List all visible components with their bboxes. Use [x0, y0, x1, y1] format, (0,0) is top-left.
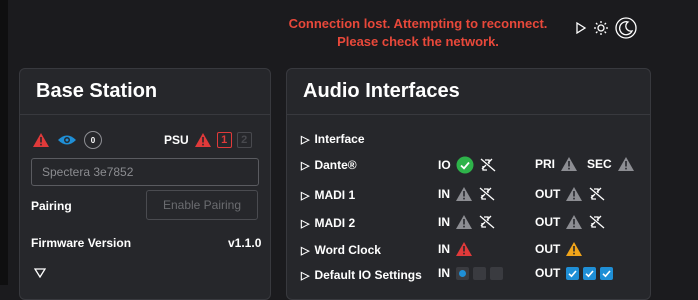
connection-alert: Connection lost. Attempting to reconnect…: [262, 15, 574, 51]
madi2-out-status: OUT: [535, 214, 606, 230]
warning-muted-icon: [565, 186, 583, 202]
word-clock-in-status: IN: [438, 241, 473, 257]
base-station-panel: Base Station 0 PSU 1 2 Spectera 3e7852 P…: [19, 68, 271, 300]
radio-unselected[interactable]: [490, 266, 503, 280]
dante-label: Dante®: [314, 158, 357, 172]
audio-interfaces-panel: Audio Interfaces ▷ Interface ▷ Dante® IO…: [286, 68, 651, 300]
link-off-icon: [588, 186, 606, 202]
warning-muted-icon: [565, 214, 583, 230]
audio-interfaces-title: Audio Interfaces: [287, 69, 650, 115]
word-clock-row[interactable]: ▷ Word Clock: [301, 243, 381, 257]
checkbox-checked[interactable]: [583, 266, 597, 280]
expand-chevron-icon[interactable]: [34, 268, 46, 278]
madi2-in-status: IN: [438, 214, 496, 230]
madi2-row[interactable]: ▷ MADI 2: [301, 216, 355, 230]
madi1-in-label: IN: [438, 187, 450, 201]
madi1-out-status: OUT: [535, 186, 606, 202]
warning-muted-icon: [617, 156, 635, 172]
expand-arrow-icon: ▷: [301, 244, 310, 257]
psu-status: PSU 1 2: [164, 132, 252, 148]
expand-arrow-icon: ▷: [301, 217, 310, 230]
radio-unselected[interactable]: [473, 266, 486, 280]
error-warning-icon: [455, 241, 473, 257]
interface-header-label: Interface: [314, 132, 365, 146]
base-station-status-row: 0: [32, 131, 102, 149]
psu-label: PSU: [164, 133, 189, 147]
link-off-icon: [478, 214, 496, 230]
dante-sec-label: SEC: [587, 157, 612, 171]
window-edge: [0, 0, 8, 285]
dante-pri-label: PRI: [535, 157, 556, 171]
link-off-icon: [478, 186, 496, 202]
error-warning-icon: [32, 132, 50, 148]
default-io-settings-label: Default IO Settings: [314, 268, 422, 282]
madi2-in-label: IN: [438, 215, 450, 229]
psu-slot-2: 2: [236, 132, 252, 148]
default-io-out-settings: OUT: [535, 266, 614, 280]
status-count: 0: [90, 135, 96, 145]
firmware-label: Firmware Version: [31, 236, 132, 250]
psu-slot-1: 1: [216, 132, 232, 148]
madi1-row[interactable]: ▷ MADI 1: [301, 188, 355, 202]
enable-pairing-button[interactable]: Enable Pairing: [146, 190, 258, 220]
dante-io-status: IO: [438, 156, 497, 174]
checkbox-checked[interactable]: [600, 266, 614, 280]
play-icon[interactable]: [575, 22, 587, 34]
madi2-label: MADI 2: [314, 216, 356, 230]
top-toolbar: [575, 17, 637, 39]
pairing-label: Pairing: [31, 199, 72, 213]
madi1-in-status: IN: [438, 186, 496, 202]
dante-io-label: IO: [438, 158, 451, 172]
madi1-out-label: OUT: [535, 187, 561, 201]
madi1-label: MADI 1: [314, 188, 356, 202]
firmware-value: v1.1.0: [228, 236, 262, 250]
dante-pri-sec-status: PRI SEC: [535, 156, 635, 172]
alert-line-2: Please check the network.: [337, 34, 499, 49]
default-io-settings-row[interactable]: ▷ Default IO Settings: [301, 268, 422, 282]
expand-arrow-icon: ▷: [301, 133, 310, 146]
interface-header[interactable]: ▷ Interface: [301, 132, 365, 146]
default-io-out-label: OUT: [535, 266, 561, 280]
base-station-title: Base Station: [20, 69, 270, 115]
word-clock-out-status: OUT: [535, 241, 583, 257]
status-count-badge: 0: [84, 131, 102, 149]
word-clock-label: Word Clock: [314, 243, 381, 257]
device-name-field[interactable]: Spectera 3e7852: [31, 158, 259, 186]
expand-arrow-icon: ▷: [301, 189, 310, 202]
link-off-icon: [479, 157, 497, 173]
word-clock-out-label: OUT: [535, 242, 561, 256]
visibility-icon[interactable]: [57, 133, 77, 147]
warning-muted-icon: [560, 156, 578, 172]
dark-mode-icon[interactable]: [615, 17, 637, 39]
warning-muted-icon: [455, 214, 473, 230]
madi2-out-label: OUT: [535, 215, 561, 229]
checkbox-checked[interactable]: [566, 266, 580, 280]
warning-muted-icon: [455, 186, 473, 202]
radio-selected[interactable]: [456, 266, 469, 280]
dante-row[interactable]: ▷ Dante®: [301, 158, 357, 172]
ok-check-icon: [456, 156, 474, 174]
warning-icon: [565, 241, 583, 257]
expand-arrow-icon: ▷: [301, 159, 310, 172]
alert-line-1: Connection lost. Attempting to reconnect…: [288, 16, 548, 31]
brightness-icon[interactable]: [593, 20, 609, 36]
default-io-in-label: IN: [438, 266, 450, 280]
psu-error-icon: [194, 132, 212, 148]
word-clock-in-label: IN: [438, 242, 450, 256]
link-off-icon: [588, 214, 606, 230]
expand-arrow-icon: ▷: [301, 269, 310, 282]
default-io-in-settings: IN: [438, 266, 503, 280]
